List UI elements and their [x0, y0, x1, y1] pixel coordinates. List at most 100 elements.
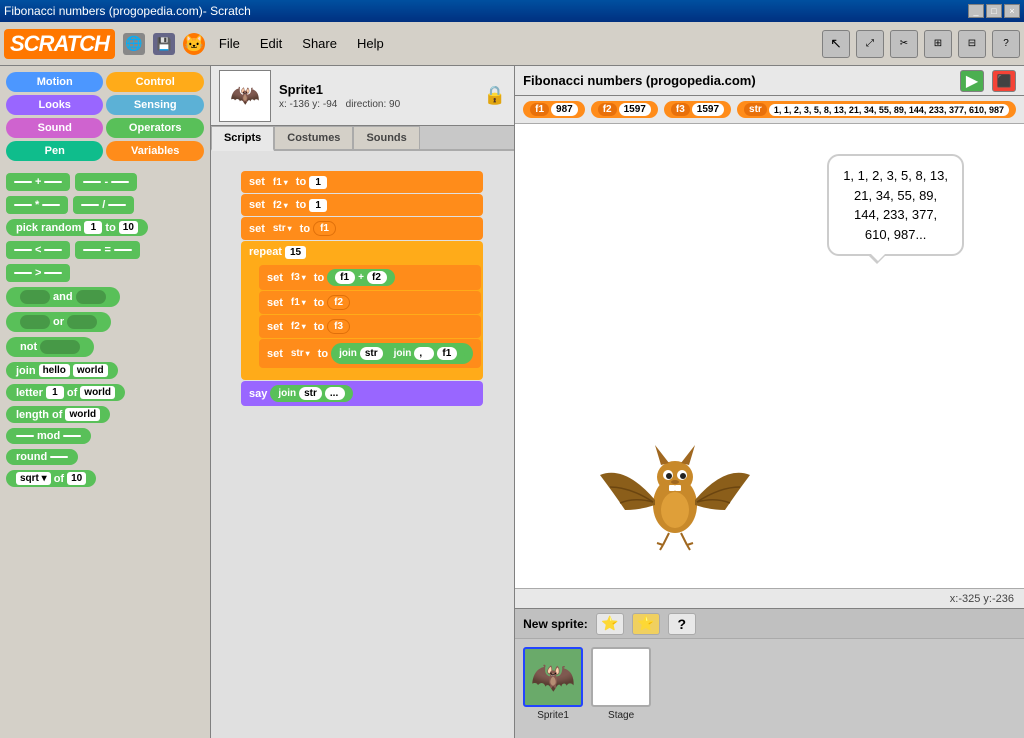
sub-left-input[interactable]	[83, 181, 101, 183]
category-sensing[interactable]: Sensing	[106, 95, 203, 115]
say-dots-input[interactable]: ...	[325, 387, 345, 400]
tab-sounds[interactable]: Sounds	[353, 126, 419, 149]
join-comma-input[interactable]: ,	[414, 347, 434, 360]
tab-scripts[interactable]: Scripts	[211, 126, 274, 151]
sqrt-input[interactable]: 10	[67, 472, 86, 485]
pick-random-to[interactable]: 10	[119, 221, 138, 234]
scratch-cat-icon[interactable]: 🐱	[183, 33, 205, 55]
mod-block[interactable]: mod	[6, 428, 91, 444]
menu-edit[interactable]: Edit	[254, 34, 288, 53]
set-f1-f2-block[interactable]: set f1 to f2	[259, 291, 481, 314]
stage-canvas[interactable]: 1, 1, 2, 3, 5, 8, 13,21, 34, 55, 89,144,…	[515, 124, 1024, 588]
equals-block[interactable]: =	[75, 241, 139, 259]
f3-dropdown[interactable]: f3	[286, 271, 311, 284]
set-str-block[interactable]: set str to f1	[241, 217, 483, 240]
f2-to-f3-val[interactable]: f3	[327, 319, 350, 334]
join-f1-input[interactable]: f1	[437, 347, 457, 360]
mul-block[interactable]: *	[6, 196, 68, 214]
category-pen[interactable]: Pen	[6, 141, 103, 161]
div-left-input[interactable]	[81, 204, 99, 206]
help-tool[interactable]: ?	[992, 30, 1020, 58]
f1-val[interactable]: 1	[309, 176, 327, 189]
and-block[interactable]: and	[6, 287, 120, 307]
f1b-dropdown[interactable]: f1	[286, 296, 311, 309]
f2-val[interactable]: 1	[309, 199, 327, 212]
mod-left[interactable]	[16, 435, 34, 437]
join-right[interactable]: world	[73, 364, 108, 377]
grow-tool[interactable]: ⊞	[924, 30, 952, 58]
str-dropdown[interactable]: str	[268, 222, 297, 235]
repeat-block[interactable]: repeat 15 set f3 to f1 +	[241, 241, 483, 380]
round-block[interactable]: round	[6, 449, 78, 465]
sub-block[interactable]: -	[75, 173, 137, 191]
menu-share[interactable]: Share	[296, 34, 343, 53]
stop-button[interactable]: ⬛	[992, 70, 1016, 92]
shrink-tool[interactable]: ⊟	[958, 30, 986, 58]
pick-random-from[interactable]: 1	[84, 221, 102, 234]
join-left[interactable]: hello	[39, 364, 70, 377]
str2-dropdown[interactable]: str	[286, 347, 315, 360]
join-str-input[interactable]: str	[360, 347, 383, 360]
add-left-input[interactable]	[14, 181, 32, 183]
not-block[interactable]: not	[6, 337, 94, 357]
category-looks[interactable]: Looks	[6, 95, 103, 115]
menu-help[interactable]: Help	[351, 34, 390, 53]
letter-of-word[interactable]: world	[80, 386, 115, 399]
f2b-dropdown[interactable]: f2	[286, 320, 311, 333]
sqrt-dropdown[interactable]: sqrt ▾	[16, 472, 51, 485]
greater-than-block[interactable]: >	[6, 264, 70, 282]
close-button[interactable]: ×	[1004, 4, 1020, 18]
scripts-workspace[interactable]: set f1 to 1 set f2 to 1 set str to	[211, 151, 514, 738]
category-operators[interactable]: Operators	[106, 118, 203, 138]
go-button[interactable]: ▶	[960, 70, 984, 92]
f1-plus-f2-block[interactable]: f1 + f2	[327, 269, 395, 286]
mul-left-input[interactable]	[14, 204, 32, 206]
round-input[interactable]	[50, 456, 68, 458]
lock-icon[interactable]: 🔒	[484, 85, 506, 106]
sqrt-block[interactable]: sqrt ▾ of 10	[6, 470, 96, 487]
maximize-button[interactable]: □	[986, 4, 1002, 18]
set-f2-block[interactable]: set f2 to 1	[241, 194, 483, 216]
set-f3-block[interactable]: set f3 to f1 + f2	[259, 265, 481, 290]
join-comma-f1-block[interactable]: join , f1	[386, 345, 466, 362]
mul-right-input[interactable]	[42, 204, 60, 206]
join-str-block[interactable]: join str join , f1	[331, 343, 473, 364]
add-f2[interactable]: f2	[367, 271, 387, 284]
category-sound[interactable]: Sound	[6, 118, 103, 138]
new-sprite-star-button[interactable]: ⭐	[632, 613, 660, 635]
sprite-item-sprite1[interactable]: 🦇 Sprite1	[523, 647, 583, 730]
f2-dropdown[interactable]: f2	[268, 199, 293, 212]
set-f2-f3-block[interactable]: set f2 to f3	[259, 315, 481, 338]
repeat-n[interactable]: 15	[285, 246, 306, 259]
globe-icon[interactable]: 🌐	[123, 33, 145, 55]
str-val[interactable]: f1	[313, 221, 336, 236]
bat-sprite[interactable]	[595, 415, 755, 558]
f1-to-f2-val[interactable]: f2	[327, 295, 350, 310]
pick-random-block[interactable]: pick random 1 to 10	[6, 219, 148, 236]
length-word[interactable]: world	[65, 408, 100, 421]
say-block[interactable]: say join str ...	[241, 381, 483, 406]
add-right-input[interactable]	[44, 181, 62, 183]
sprite-item-stage[interactable]: Stage	[591, 647, 651, 730]
or-block[interactable]: or	[6, 312, 111, 332]
join-block[interactable]: join hello world	[6, 362, 118, 379]
duplicate-tool[interactable]: ⤢	[856, 30, 884, 58]
say-str-input[interactable]: str	[299, 387, 322, 400]
div-right-input[interactable]	[108, 204, 126, 206]
set-f1-block[interactable]: set f1 to 1	[241, 171, 483, 193]
f1-dropdown[interactable]: f1	[268, 176, 293, 189]
length-of-block[interactable]: length of world	[6, 406, 110, 423]
new-sprite-paint-button[interactable]: ⭐	[596, 613, 624, 635]
set-str-join-block[interactable]: set str to join str join , f1	[259, 339, 481, 368]
save-icon[interactable]: 💾	[153, 33, 175, 55]
add-block[interactable]: +	[6, 173, 70, 191]
less-than-block[interactable]: <	[6, 241, 70, 259]
repeat-header[interactable]: repeat 15	[241, 241, 483, 263]
category-control[interactable]: Control	[106, 72, 203, 92]
new-sprite-question-button[interactable]: ?	[668, 613, 696, 635]
category-motion[interactable]: Motion	[6, 72, 103, 92]
letter-of-block[interactable]: letter 1 of world	[6, 384, 125, 401]
div-block[interactable]: /	[73, 196, 134, 214]
category-variables[interactable]: Variables	[106, 141, 203, 161]
letter-n[interactable]: 1	[46, 386, 64, 399]
